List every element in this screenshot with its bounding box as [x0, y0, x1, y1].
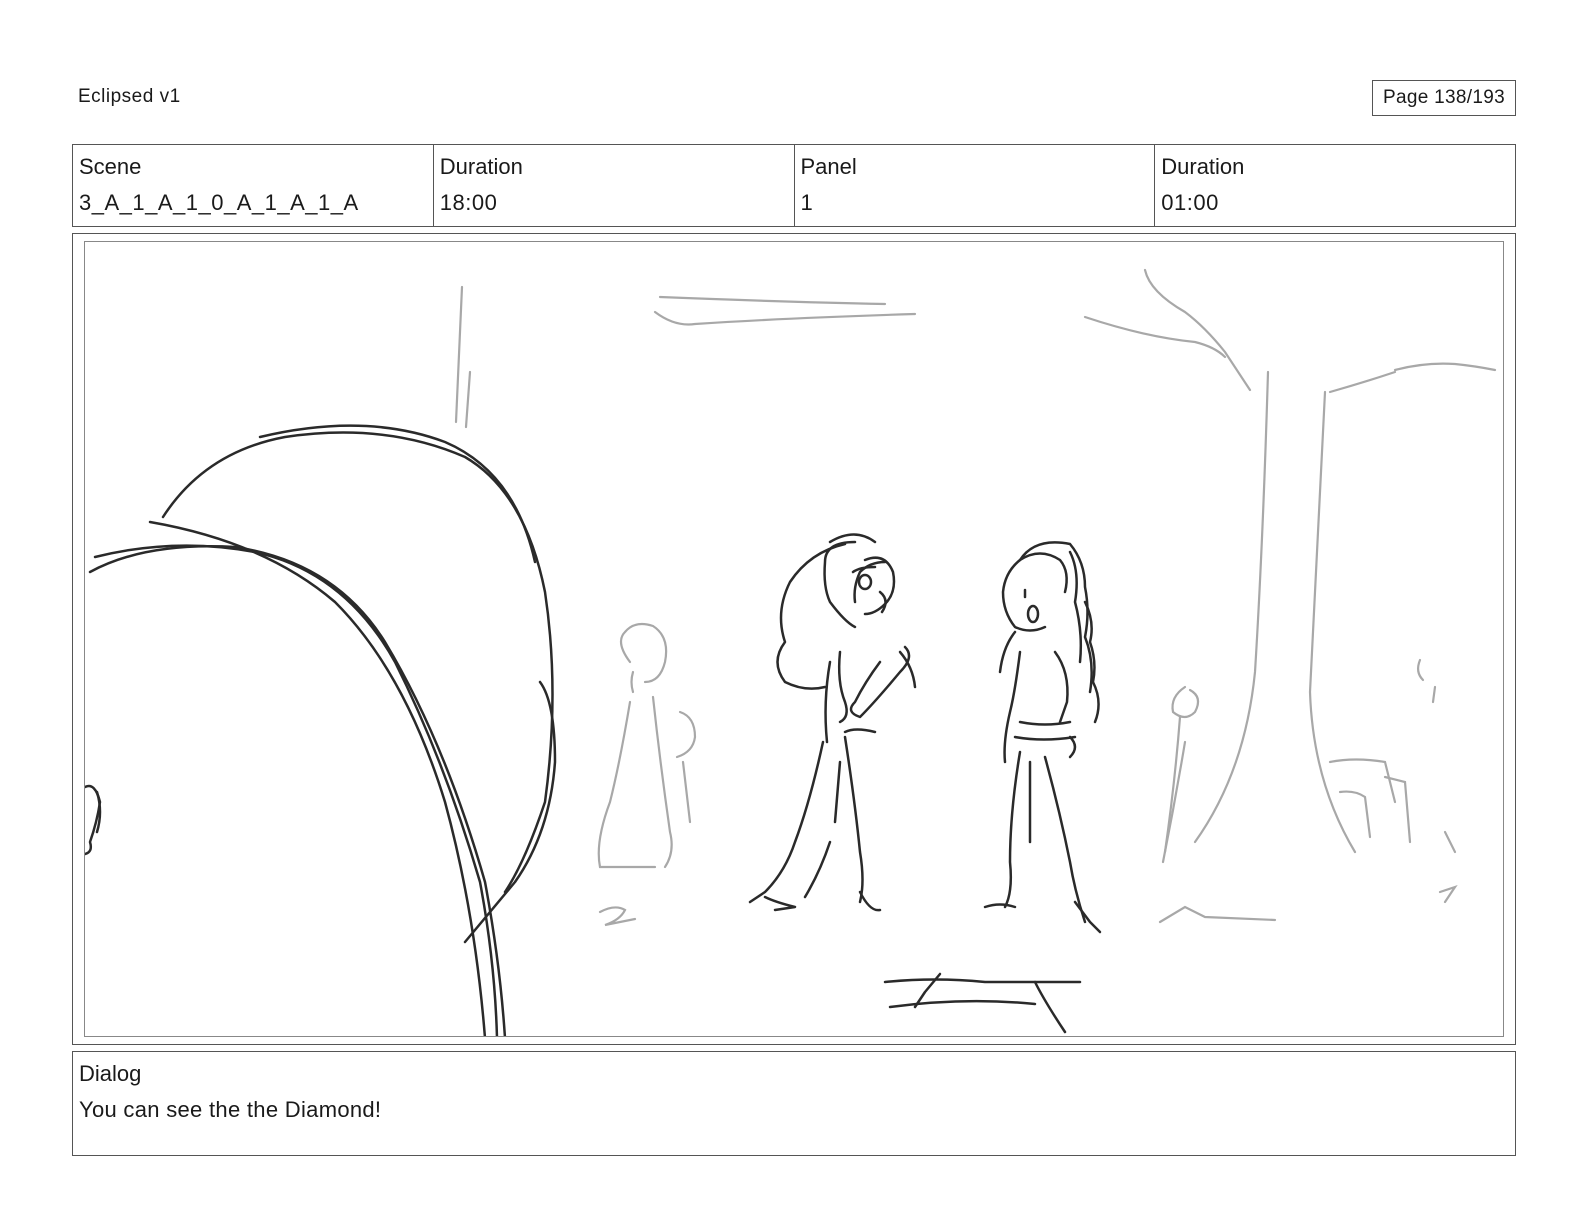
sketch-drawing	[85, 268, 1497, 1036]
foreground-sketch	[85, 424, 1102, 1036]
scene-info-table: Scene 3_A_1_A_1_0_A_1_A_1_A Duration 18:…	[72, 144, 1516, 227]
scene-label: Scene	[79, 154, 142, 179]
panel-value: 1	[800, 190, 814, 215]
storyboard-panel-image	[84, 241, 1504, 1037]
panel-duration-value: 01:00	[1161, 190, 1219, 215]
scene-duration-label: Duration	[439, 154, 523, 179]
scene-duration-value: 18:00	[439, 190, 498, 215]
page-indicator: Page 138/193	[1372, 80, 1516, 116]
storyboard-panel-frame	[72, 233, 1516, 1045]
panel-cell: Panel 1	[795, 145, 1156, 226]
panel-duration-label: Duration	[1161, 154, 1245, 179]
panel-duration-cell: Duration 01:00	[1155, 145, 1515, 226]
background-sketch	[454, 268, 1497, 927]
dialog-text: You can see the the Diamond!	[79, 1097, 382, 1122]
panel-label: Panel	[800, 154, 857, 179]
dialog-label: Dialog	[79, 1061, 142, 1086]
project-title: Eclipsed v1	[78, 86, 181, 107]
scene-cell: Scene 3_A_1_A_1_0_A_1_A_1_A	[73, 145, 434, 226]
dialog-box: Dialog You can see the the Diamond!	[72, 1051, 1516, 1156]
scene-duration-cell: Duration 18:00	[434, 145, 795, 226]
scene-value: 3_A_1_A_1_0_A_1_A_1_A	[79, 190, 359, 215]
